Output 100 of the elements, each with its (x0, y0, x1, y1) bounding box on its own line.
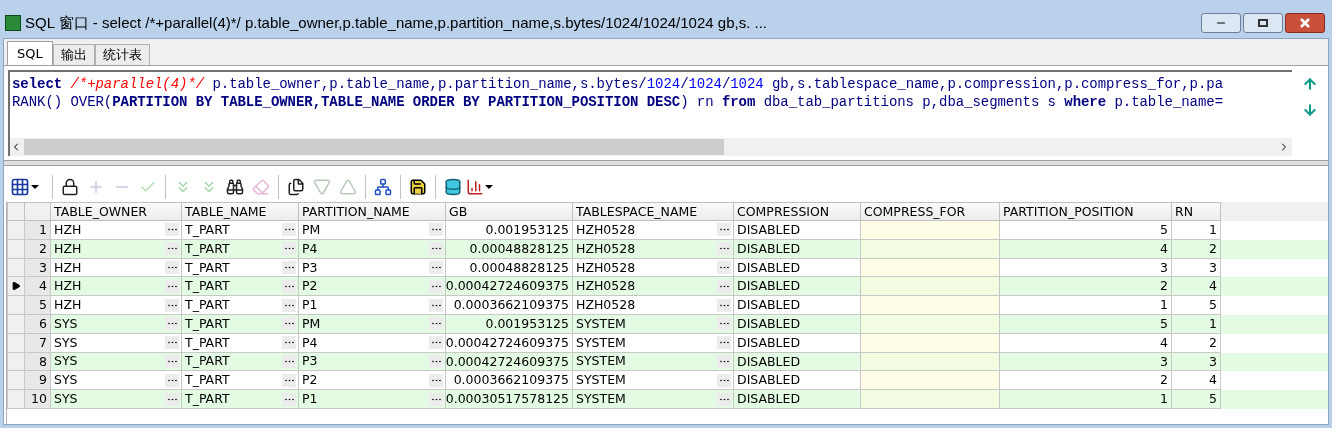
column-header[interactable]: RN (1172, 202, 1221, 221)
table-cell: DISABLED (737, 296, 801, 314)
ellipsis-button[interactable] (282, 242, 296, 256)
table-cell: T_PART (185, 333, 230, 352)
ellipsis-button[interactable] (282, 336, 296, 350)
ellipsis-button[interactable] (282, 317, 296, 331)
ellipsis-button[interactable] (429, 223, 443, 237)
ellipsis-button[interactable] (429, 242, 443, 256)
column-header[interactable]: GB (446, 202, 573, 221)
ellipsis-button[interactable] (429, 392, 443, 406)
table-cell: T_PART (185, 371, 230, 390)
ellipsis-button[interactable] (165, 392, 179, 406)
table-cell: 0.00048828125 (469, 258, 569, 277)
ellipsis-button[interactable] (282, 279, 296, 293)
table-cell: 0.0003662109375 (453, 371, 569, 390)
ellipsis-button[interactable] (165, 317, 179, 331)
ellipsis-button[interactable] (717, 298, 731, 312)
maximize-icon (1258, 19, 1268, 27)
ellipsis-button[interactable] (165, 279, 179, 293)
ellipsis-button[interactable] (717, 223, 731, 237)
ellipsis-button[interactable] (717, 392, 731, 406)
ellipsis-icon (284, 284, 294, 288)
ellipsis-icon (719, 359, 729, 363)
ellipsis-button[interactable] (429, 279, 443, 293)
close-button[interactable] (1285, 13, 1325, 33)
ellipsis-icon (719, 303, 729, 307)
table-cell: SYS (54, 314, 78, 333)
table-cell: T_PART (185, 352, 230, 371)
ellipsis-button[interactable] (717, 354, 731, 368)
ellipsis-button[interactable] (717, 261, 731, 274)
table-cell: 0.00042724609375 (445, 277, 569, 296)
column-header[interactable]: PARTITION_NAME (299, 202, 446, 221)
table-cell: DISABLED (737, 277, 801, 296)
ellipsis-button[interactable] (429, 261, 443, 274)
ellipsis-button[interactable] (717, 336, 731, 350)
ellipsis-button[interactable] (165, 223, 179, 237)
table-cell: T_PART (185, 390, 230, 409)
column-header[interactable]: TABLESPACE_NAME (573, 202, 734, 221)
table-cell: 2 (1209, 239, 1217, 258)
table-cell: HZH0528 (576, 296, 636, 315)
ellipsis-button[interactable] (165, 354, 179, 368)
table-cell: 5 (1160, 221, 1168, 239)
ellipsis-button[interactable] (165, 373, 179, 387)
table-cell: T_PART (185, 296, 230, 315)
table-cell: 1 (1209, 221, 1217, 239)
column-header[interactable]: PARTITION_POSITION (1000, 202, 1172, 221)
tab[interactable]: 输出 (52, 44, 95, 65)
ellipsis-button[interactable] (717, 242, 731, 256)
table-cell: 0.001953125 (485, 221, 569, 239)
ellipsis-button[interactable] (429, 373, 443, 387)
column-header[interactable]: COMPRESS_FOR (861, 202, 1000, 221)
ellipsis-button[interactable] (165, 261, 179, 274)
ellipsis-button[interactable] (282, 373, 296, 387)
ellipsis-button[interactable] (165, 298, 179, 312)
ellipsis-icon (431, 247, 441, 251)
table-cell: PM (302, 314, 321, 333)
table-cell: P3 (302, 352, 318, 371)
row-number[interactable]: 4 (25, 277, 51, 297)
ellipsis-icon (431, 322, 441, 326)
table-cell: DISABLED (737, 333, 801, 352)
ellipsis-button[interactable] (282, 354, 296, 368)
tab[interactable]: SQL (7, 41, 53, 65)
table-cell: HZH (54, 220, 82, 239)
ellipsis-icon (284, 341, 294, 345)
table-cell: 2 (1209, 333, 1217, 352)
ellipsis-button[interactable] (429, 354, 443, 368)
window-title: SQL 窗口 - select /*+parallel(4)*/ p.table_owner,p.table_name,p.partition_name,s.bytes/1024/1024/1024 gb,s. ... (25, 12, 767, 33)
column-header[interactable]: TABLE_OWNER (51, 202, 182, 221)
ellipsis-button[interactable] (717, 373, 731, 387)
ellipsis-button[interactable] (429, 336, 443, 350)
table-cell: 3 (1160, 352, 1168, 371)
ellipsis-button[interactable] (282, 298, 296, 312)
ellipsis-button[interactable] (717, 279, 731, 293)
column-header[interactable]: TABLE_NAME (182, 202, 299, 221)
current-row-indicator[interactable] (7, 277, 25, 297)
ellipsis-button[interactable] (165, 336, 179, 350)
row-number[interactable]: 10 (25, 390, 51, 409)
scrollbar-thumb[interactable] (24, 139, 724, 155)
ellipsis-button[interactable] (282, 223, 296, 237)
row-number[interactable]: 5 (25, 296, 51, 315)
table-cell: DISABLED (737, 221, 801, 239)
row-number[interactable]: 9 (25, 371, 51, 391)
ellipsis-button[interactable] (429, 298, 443, 312)
sql-editor[interactable] (8, 70, 1292, 156)
table-cell: DISABLED (737, 390, 801, 408)
ellipsis-button[interactable] (717, 317, 731, 331)
row-number[interactable]: 1 (25, 221, 51, 240)
table-cell: 5 (1160, 315, 1168, 333)
horizontal-scrollbar[interactable] (10, 138, 1292, 156)
tab[interactable]: 统计表 (94, 44, 150, 65)
maximize-button[interactable] (1243, 13, 1283, 33)
column-header[interactable]: COMPRESSION (734, 202, 861, 221)
table-cell: HZH0528 (576, 258, 636, 277)
ellipsis-button[interactable] (282, 261, 296, 274)
ellipsis-button[interactable] (429, 317, 443, 331)
table-cell: DISABLED (737, 371, 801, 390)
ellipsis-button[interactable] (282, 392, 296, 406)
table-cell: 3 (1209, 352, 1217, 371)
table-cell: SYS (54, 333, 78, 352)
ellipsis-button[interactable] (165, 242, 179, 256)
